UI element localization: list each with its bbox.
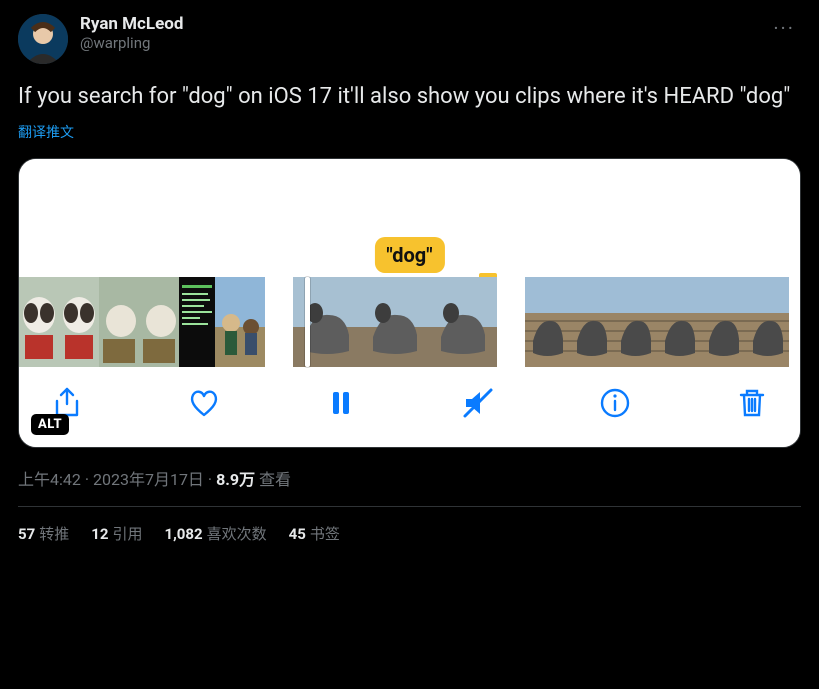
thumbnail — [179, 277, 215, 367]
avatar[interactable] — [18, 14, 68, 64]
divider — [18, 506, 801, 507]
media-whitespace: "dog" — [19, 159, 800, 277]
thumbnail — [139, 277, 179, 367]
mute-button[interactable] — [460, 385, 496, 421]
tweet-container: Ryan McLeod @warpling ··· If you search … — [0, 0, 819, 560]
tweet-date[interactable]: 2023年7月17日 — [93, 470, 204, 489]
thumbnail — [215, 277, 265, 367]
retweets-stat[interactable]: 57转推 — [18, 523, 69, 544]
views-count: 8.9万 — [216, 470, 255, 489]
media-toolbar — [19, 367, 800, 447]
delete-button[interactable] — [734, 385, 770, 421]
heart-icon — [187, 386, 221, 420]
user-block: Ryan McLeod @warpling — [80, 14, 767, 52]
likes-stat[interactable]: 1,082喜欢次数 — [164, 523, 266, 544]
pause-button[interactable] — [323, 385, 359, 421]
media-card[interactable]: "dog" — [18, 158, 801, 448]
thumbnail — [429, 277, 497, 367]
tweet-header: Ryan McLeod @warpling ··· — [18, 14, 801, 64]
views-label: 查看 — [255, 470, 291, 489]
quotes-stat[interactable]: 12引用 — [91, 523, 142, 544]
tweet-meta: 上午4:42 · 2023年7月17日 · 8.9万 查看 — [18, 466, 801, 490]
translate-link[interactable]: 翻译推文 — [18, 122, 801, 142]
tweet-time[interactable]: 上午4:42 — [18, 470, 81, 489]
alt-badge[interactable]: ALT — [31, 414, 69, 435]
info-icon — [598, 386, 632, 420]
info-button[interactable] — [597, 385, 633, 421]
thumbnail — [59, 277, 99, 367]
search-tag-bubble: "dog" — [374, 237, 444, 273]
more-button[interactable]: ··· — [767, 14, 801, 42]
clip-group-3 — [525, 277, 789, 367]
thumbnail — [525, 277, 569, 367]
thumbnail — [657, 277, 701, 367]
tweet-text: If you search for "dog" on iOS 17 it'll … — [18, 82, 801, 112]
thumbnail — [293, 277, 361, 367]
clip-gap — [497, 277, 525, 367]
thumbnail — [361, 277, 429, 367]
speaker-muted-icon — [461, 386, 495, 420]
thumbnail — [701, 277, 745, 367]
thumbnail — [569, 277, 613, 367]
clip-gap — [265, 277, 293, 367]
trash-icon — [735, 386, 769, 420]
thumbnail — [613, 277, 657, 367]
avatar-image — [18, 14, 68, 64]
clip-group-1 — [19, 277, 265, 367]
video-filmstrip[interactable] — [19, 277, 800, 367]
playhead[interactable] — [305, 277, 310, 367]
display-name[interactable]: Ryan McLeod — [80, 14, 767, 34]
bookmarks-stat[interactable]: 45书签 — [289, 523, 340, 544]
like-button[interactable] — [186, 385, 222, 421]
clip-group-2 — [293, 277, 497, 367]
thumbnail — [99, 277, 139, 367]
user-handle[interactable]: @warpling — [80, 34, 767, 52]
pause-icon — [324, 386, 358, 420]
tweet-stats: 57转推 12引用 1,082喜欢次数 45书签 — [18, 523, 801, 544]
thumbnail — [745, 277, 789, 367]
thumbnail — [19, 277, 59, 367]
